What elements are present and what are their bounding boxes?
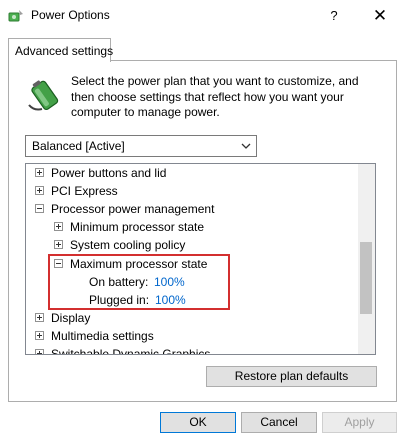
- tree-item-label: Minimum processor state: [70, 220, 205, 234]
- tree-item-label: PCI Express: [51, 184, 118, 198]
- cancel-button[interactable]: Cancel: [241, 412, 317, 433]
- chevron-down-icon: [241, 143, 251, 149]
- tree-item-label: Display: [51, 311, 91, 325]
- power-options-icon: [8, 10, 23, 22]
- close-button[interactable]: ✕: [368, 6, 392, 26]
- description-line: computer to manage power.: [71, 105, 220, 119]
- expand-icon[interactable]: [54, 222, 63, 231]
- tree-item-label: Processor power management: [51, 202, 215, 216]
- apply-button[interactable]: Apply: [322, 412, 397, 433]
- tab-advanced-settings[interactable]: Advanced settings: [8, 38, 114, 62]
- window-title: Power Options: [31, 8, 110, 22]
- tree-item-label: Switchable Dynamic Graphics: [51, 347, 211, 355]
- expand-icon[interactable]: [35, 331, 44, 340]
- title-bar: Power Options ? ✕: [0, 0, 405, 32]
- description-line: then choose settings that reflect how yo…: [71, 89, 344, 104]
- power-plan-select[interactable]: Balanced [Active]: [25, 135, 257, 157]
- ok-button[interactable]: OK: [160, 412, 236, 433]
- highlight-box: [48, 254, 230, 310]
- help-button[interactable]: ?: [322, 6, 346, 26]
- plan-description: Select the power plan that you want to c…: [71, 74, 371, 121]
- description-line: Select the power plan that you want to c…: [71, 74, 359, 88]
- expand-icon[interactable]: [35, 186, 44, 195]
- tree-scrollbar[interactable]: [358, 164, 375, 354]
- expand-icon[interactable]: [35, 313, 44, 322]
- expand-icon[interactable]: [35, 349, 44, 354]
- tree-item-label: System cooling policy: [70, 238, 186, 252]
- tab-label: Advanced settings: [15, 44, 114, 58]
- collapse-icon[interactable]: [35, 204, 44, 213]
- power-plan-selected-value: Balanced [Active]: [32, 139, 125, 153]
- restore-plan-defaults-button[interactable]: Restore plan defaults: [206, 366, 377, 387]
- expand-icon[interactable]: [54, 240, 63, 249]
- tree-item-label: Multimedia settings: [51, 329, 154, 343]
- scrollbar-thumb[interactable]: [360, 242, 372, 314]
- expand-icon[interactable]: [35, 168, 44, 177]
- tree-item-label: Power buttons and lid: [51, 166, 167, 180]
- battery-icon: [28, 80, 59, 111]
